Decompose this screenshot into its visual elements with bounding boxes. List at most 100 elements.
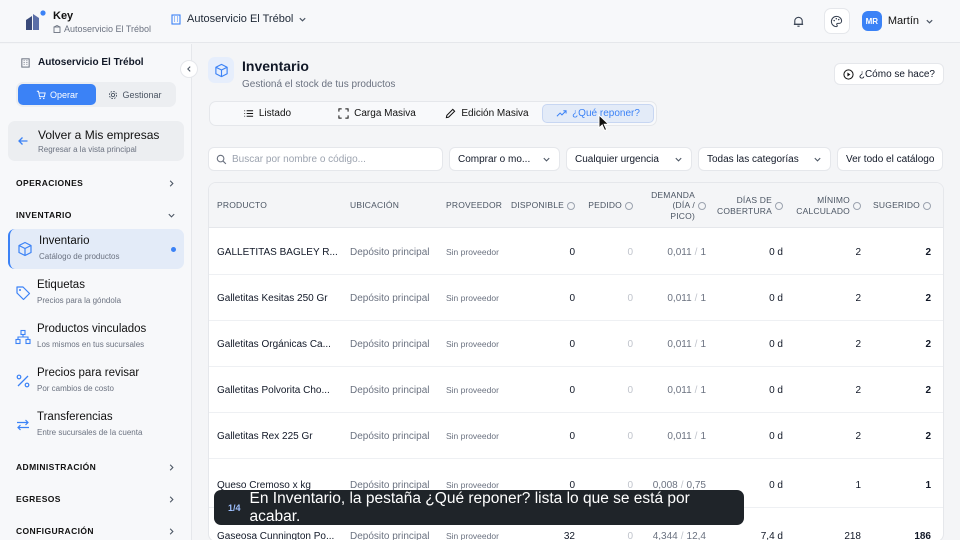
- sidebar: Autoservicio El Trébol Operar Gestionar …: [0, 44, 192, 540]
- info-icon[interactable]: [567, 201, 575, 210]
- cell-proveedor: Sin proveedor: [446, 431, 499, 441]
- filters-bar: Comprar o mo... Cualquier urgencia Todas…: [208, 147, 944, 171]
- col-disponible[interactable]: DISPONIBLE: [505, 183, 575, 228]
- cell-ubicacion: Depósito principal: [350, 384, 430, 396]
- store-selector-label: Autoservicio El Trébol: [187, 13, 294, 25]
- chevron-right-icon: [169, 527, 174, 535]
- table-row[interactable]: Galletitas Rex 225 Gr Depósito principal S…: [209, 413, 943, 459]
- sidebar-item-productos-vinculados[interactable]: Productos vinculados Los mismos en tus s…: [8, 317, 184, 357]
- section-operaciones[interactable]: OPERACIONES: [16, 178, 176, 188]
- main-content: Inventario Gestioná el stock de tus prod…: [193, 44, 960, 540]
- theme-button[interactable]: [823, 8, 850, 34]
- section-configuracion[interactable]: CONFIGURACIÓN: [16, 526, 176, 536]
- user-menu[interactable]: MR Martín: [861, 11, 934, 31]
- table-row[interactable]: GALLETITAS BAGLEY R... Depósito principal…: [209, 229, 943, 275]
- col-proveedor[interactable]: PROVEEDOR: [446, 183, 502, 228]
- cell-producto[interactable]: Galletitas Kesitas 250 Gr: [217, 275, 342, 321]
- tab-carga-masiva[interactable]: Carga Masiva: [322, 104, 432, 123]
- gear-icon: [109, 90, 118, 99]
- cell-disponible: 0: [569, 338, 575, 350]
- scan-icon: [338, 108, 349, 119]
- buy-filter-dropdown[interactable]: Comprar o mo...: [449, 147, 560, 171]
- cell-ubicacion: Depósito principal: [350, 292, 430, 304]
- col-ubicacion[interactable]: UBICACIÓN: [350, 183, 399, 228]
- tutorial-toast: 1/4 En Inventario, la pestaña ¿Qué repon…: [214, 490, 744, 525]
- section-egresos[interactable]: EGRESOS: [16, 494, 176, 504]
- cell-producto[interactable]: GALLETITAS BAGLEY R...: [217, 229, 342, 275]
- chevron-down-icon: [299, 17, 307, 22]
- cell-minimo: 1: [855, 479, 861, 491]
- cell-disponible: 0: [569, 430, 575, 442]
- brand[interactable]: Key Autoservicio El Trébol: [53, 10, 151, 34]
- section-inventario[interactable]: INVENTARIO: [16, 210, 176, 220]
- info-icon[interactable]: [775, 201, 783, 210]
- chevron-down-icon: [168, 213, 175, 218]
- sidebar-store-name: Autoservicio El Trébol: [38, 57, 144, 68]
- urgency-dropdown[interactable]: Cualquier urgencia: [566, 147, 692, 171]
- cell-demanda: 0,011/1: [667, 246, 706, 258]
- col-cobertura[interactable]: DÍAS DE COBERTURA: [714, 183, 783, 228]
- mode-operar-button[interactable]: Operar: [18, 84, 96, 105]
- col-sugerido[interactable]: SUGERIDO: [869, 183, 931, 228]
- trending-up-icon: [556, 110, 567, 117]
- cell-sugerido: 2: [925, 292, 931, 304]
- building-icon: [21, 58, 30, 68]
- tab-listado[interactable]: Listado: [212, 104, 322, 123]
- search-field[interactable]: [208, 147, 443, 171]
- chevron-right-icon: [169, 179, 174, 187]
- back-to-companies-button[interactable]: Volver a Mis empresas Regresar a la vist…: [8, 121, 184, 161]
- cell-cobertura: 0 d: [769, 384, 783, 396]
- cell-producto[interactable]: Galletitas Polvorita Cho...: [217, 367, 342, 413]
- cell-minimo: 2: [855, 246, 861, 258]
- col-demanda[interactable]: DEMANDA (DÍA / PICO): [639, 183, 706, 228]
- restock-table: PRODUCTO UBICACIÓN PROVEEDOR DISPONIBLE …: [208, 182, 944, 540]
- list-icon: [244, 110, 253, 117]
- cell-minimo: 2: [855, 292, 861, 304]
- page-subtitle: Gestioná el stock de tus productos: [242, 79, 396, 90]
- palette-icon: [831, 15, 843, 27]
- sidebar-item-precios-revisar[interactable]: Precios para revisar Por cambios de cost…: [8, 361, 184, 401]
- sidebar-item-inventario[interactable]: Inventario Catálogo de productos: [8, 229, 184, 269]
- table-row[interactable]: Galletitas Polvorita Cho... Depósito prin…: [209, 367, 943, 413]
- store-selector[interactable]: Autoservicio El Trébol: [170, 13, 307, 25]
- mouse-cursor-icon: [598, 114, 610, 132]
- chevron-down-icon: [926, 19, 933, 24]
- notifications-button[interactable]: [786, 8, 812, 34]
- cell-demanda: 0,011/1: [667, 292, 706, 304]
- cell-producto[interactable]: Galletitas Rex 225 Gr: [217, 413, 342, 459]
- cell-demanda: 0,011/1: [667, 338, 706, 350]
- see-all-catalog-button[interactable]: Ver todo el catálogo: [837, 147, 944, 171]
- arrow-left-icon: [18, 137, 28, 145]
- table-row[interactable]: Galletitas Orgánicas Ca... Depósito princ…: [209, 321, 943, 367]
- search-input[interactable]: [232, 153, 432, 165]
- cell-ubicacion: Depósito principal: [350, 338, 430, 350]
- info-icon[interactable]: [923, 201, 931, 210]
- col-pedido[interactable]: PEDIDO: [579, 183, 633, 228]
- mode-gestionar-button[interactable]: Gestionar: [96, 84, 174, 105]
- col-producto[interactable]: PRODUCTO: [217, 183, 267, 228]
- info-icon[interactable]: [853, 201, 861, 210]
- play-circle-icon: [843, 68, 854, 80]
- search-icon: [216, 154, 227, 164]
- cell-sugerido: 2: [925, 384, 931, 396]
- collapse-sidebar-button[interactable]: [180, 60, 198, 78]
- sidebar-item-transferencias[interactable]: Transferencias Entre sucursales de la cu…: [8, 405, 184, 445]
- pencil-icon: [446, 108, 456, 119]
- table-row[interactable]: Galletitas Kesitas 250 Gr Depósito princi…: [209, 275, 943, 321]
- section-administracion[interactable]: ADMINISTRACIÓN: [16, 462, 176, 472]
- page-title: Inventario: [242, 58, 309, 74]
- categories-dropdown[interactable]: Todas las categorías: [698, 147, 831, 171]
- cell-demanda: 0,011/1: [667, 430, 706, 442]
- cell-producto[interactable]: Galletitas Orgánicas Ca...: [217, 321, 342, 367]
- cell-proveedor: Sin proveedor: [446, 339, 499, 349]
- cell-cobertura: 0 d: [769, 430, 783, 442]
- tab-edicion-masiva[interactable]: Edición Masiva: [432, 104, 542, 123]
- info-icon[interactable]: [625, 201, 633, 210]
- col-minimo[interactable]: MÍNIMO CALCULADO: [789, 183, 861, 228]
- cell-pedido: 0: [627, 338, 633, 350]
- sidebar-item-etiquetas[interactable]: Etiquetas Precios para la góndola: [8, 273, 184, 313]
- chevron-right-icon: [169, 495, 174, 503]
- info-icon[interactable]: [698, 201, 706, 210]
- how-to-button[interactable]: ¿Cómo se hace?: [833, 63, 944, 85]
- cart-icon: [36, 90, 46, 99]
